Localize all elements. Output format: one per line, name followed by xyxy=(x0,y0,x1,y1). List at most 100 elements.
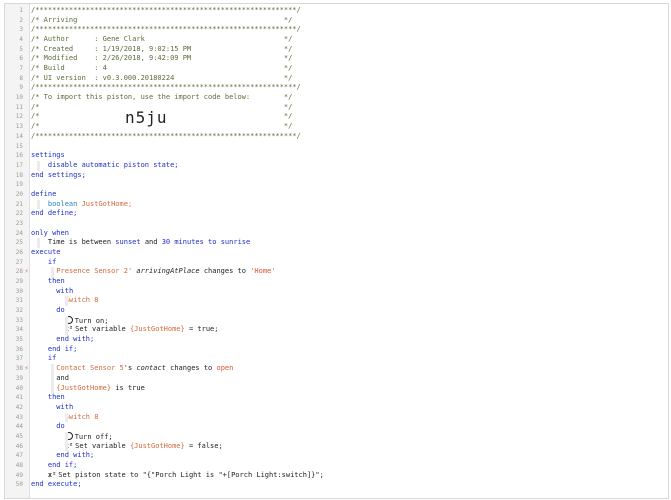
code-text: then xyxy=(47,277,65,286)
code-text: Presence Sensor 2' arrivingAtPlace chang… xyxy=(56,267,276,276)
code-text: x² Set variable {JustGotHome} = false; xyxy=(64,441,223,450)
line-number: 47 xyxy=(15,452,23,460)
line-number: 26 xyxy=(15,249,23,256)
code-line: 46 x² Set variable {JustGotHome} = false; xyxy=(5,442,668,452)
indent-guide xyxy=(37,238,40,248)
code-line: 13/* */ xyxy=(5,122,668,132)
indent-guide xyxy=(37,160,40,171)
code-line: 24 only when xyxy=(5,229,668,239)
code-line: 10 /* To import this piston, use the impo… xyxy=(5,93,668,103)
code-text: end settings; xyxy=(31,170,86,179)
code-line: 23 xyxy=(5,219,668,229)
line-number: 30 xyxy=(15,287,23,295)
line-number: 7 xyxy=(19,65,23,73)
line-number: 48 xyxy=(15,461,23,469)
code-text: if xyxy=(47,257,57,266)
line-number: 35 xyxy=(15,336,23,344)
code-text: /***************************************… xyxy=(31,25,301,34)
code-text: if xyxy=(47,354,57,363)
code-text: with xyxy=(56,286,74,295)
line-number: 9 xyxy=(19,84,23,92)
code-line: 17 disable automatic piston state; xyxy=(5,161,668,171)
code-line: 35 end with; xyxy=(5,335,668,345)
code-line: 12/* */ xyxy=(5,112,668,122)
code-line: 7 /* Build : 4 */ xyxy=(5,64,668,74)
code-line: 8 /* UI version : v0.3.000.20180224 */ xyxy=(5,74,668,84)
code-line: 30 with xyxy=(5,287,668,297)
line-number: 27 xyxy=(15,258,23,266)
code-line: 11/* */ xyxy=(5,103,668,113)
code-line: 36 end if; xyxy=(5,345,668,355)
code-text: /* Modified : 2/26/2018, 9:42:09 PM */ xyxy=(31,54,293,63)
code-text: /* Author : Gene Clark */ xyxy=(31,35,293,44)
code-text: /* UI version : v0.3.000.20180224 */ xyxy=(31,73,293,82)
line-number: 42 xyxy=(15,403,23,411)
indent-guide xyxy=(37,199,40,210)
line-number: 37 xyxy=(15,355,23,363)
code-text: x² Set variable {JustGotHome} = true; xyxy=(64,325,219,334)
line-number: 11 xyxy=(15,103,23,111)
code-line: 40 {JustGotHome} is true xyxy=(5,384,668,394)
line-number: 12 xyxy=(15,113,23,121)
code-text: end with; xyxy=(56,451,95,460)
code-line: 28 ⚡ Presence Sensor 2' arrivingAtPlace c… xyxy=(5,267,668,277)
line-number: 5 xyxy=(19,45,23,53)
code-line: 50 end execute; xyxy=(5,480,668,490)
code-text: end if; xyxy=(47,460,78,469)
code-line: 14 /*************************************… xyxy=(5,132,668,142)
code-line: 22 end define; xyxy=(5,209,668,219)
line-number: 20 xyxy=(15,190,23,198)
code-line: 47 end with; xyxy=(5,451,668,461)
code-line: 32 do xyxy=(5,306,668,316)
code-text: /* To import this piston, use the import… xyxy=(31,93,293,102)
code-text: settings xyxy=(31,151,65,160)
line-number: 28 xyxy=(15,268,23,276)
code-line: 16 settings xyxy=(5,151,668,161)
code-text: disable automatic piston state; xyxy=(47,160,179,169)
code-line: 27 if xyxy=(5,258,668,268)
code-text: and xyxy=(56,373,69,382)
code-line: 20 define xyxy=(5,190,668,200)
code-line: 42 with xyxy=(5,403,668,413)
code-line: 33 Turn on; xyxy=(5,315,668,326)
code-text: /* Arriving */ xyxy=(31,15,293,24)
indent-guide xyxy=(65,431,68,452)
code-line: 44 do xyxy=(5,422,668,432)
line-number: 36 xyxy=(15,345,23,353)
line-number: 13 xyxy=(15,123,23,131)
line-number: 19 xyxy=(15,181,23,189)
code-text: boolean JustGotHome; xyxy=(47,199,133,208)
line-number: 17 xyxy=(15,161,23,169)
code-line: 38 ⚡ Contact Sensor 5's contact changes t… xyxy=(5,364,668,374)
code-line: 21 boolean JustGotHome; xyxy=(5,200,668,210)
code-line: 4 /* Author : Gene Clark */ xyxy=(5,35,668,45)
code-line: 37 if xyxy=(5,354,668,364)
code-text: do xyxy=(56,306,65,315)
line-number: 29 xyxy=(15,278,23,286)
code-text: /***************************************… xyxy=(31,6,301,14)
line-number: 38 xyxy=(15,365,23,373)
code-line: 34 x² Set variable {JustGotHome} = true; xyxy=(5,325,668,335)
trigger-marker-icon: ⚡ xyxy=(24,268,29,276)
line-number: 6 xyxy=(19,55,23,63)
code-line: 19 xyxy=(5,180,668,190)
indent-guide xyxy=(51,267,54,278)
code-line: 29 then xyxy=(5,277,668,287)
line-number: 34 xyxy=(15,326,23,334)
code-line: 3 /**************************************… xyxy=(5,25,668,35)
line-number: 25 xyxy=(15,239,23,247)
code-line: 26 execute xyxy=(5,248,668,258)
line-number: 10 xyxy=(15,94,23,102)
code-line: 6 /* Modified : 2/26/2018, 9:42:09 PM */ xyxy=(5,54,668,64)
code-line: 18 end settings; xyxy=(5,171,668,181)
code-line: 43 Switch 8 xyxy=(5,413,668,423)
line-number: 43 xyxy=(15,413,23,421)
line-number: 50 xyxy=(15,481,23,489)
code-text: end execute; xyxy=(31,480,82,489)
code-text: do xyxy=(56,422,65,431)
code-text: end if; xyxy=(47,344,78,353)
code-line: 1 /**************************************… xyxy=(5,6,668,16)
variable-icon: x² xyxy=(47,470,57,479)
line-number: 39 xyxy=(15,374,23,382)
line-number: 45 xyxy=(15,432,23,440)
